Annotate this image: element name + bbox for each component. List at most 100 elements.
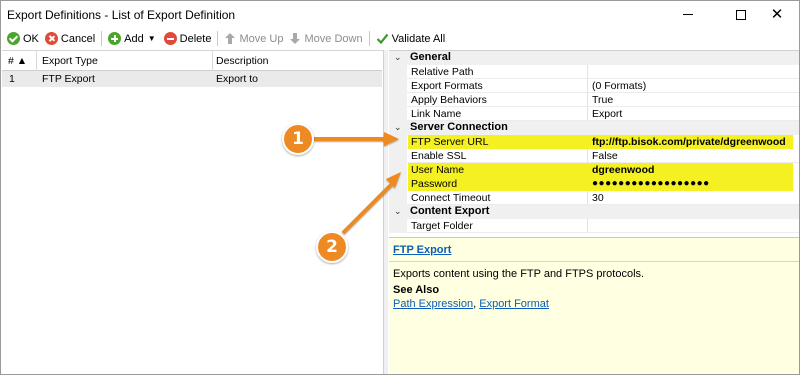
row-export-type: FTP Export — [42, 73, 95, 85]
minimize-icon — [683, 14, 693, 15]
close-icon: ✕ — [770, 5, 784, 23]
chevron-down-icon[interactable]: ⌄ — [394, 122, 402, 133]
category-background — [407, 51, 799, 65]
cancel-x-icon — [44, 32, 58, 45]
row-gutter — [389, 191, 407, 205]
row-gutter — [389, 177, 407, 191]
callout-badge-1: 1 — [282, 123, 314, 155]
chevron-down-icon[interactable]: ▼ — [148, 34, 156, 43]
column-divider — [587, 219, 588, 233]
property-value[interactable]: dgreenwood — [592, 164, 654, 176]
category-general[interactable]: ⌄ General — [389, 51, 799, 65]
row-gutter — [389, 93, 407, 107]
property-name: Export Formats — [411, 80, 483, 92]
chevron-down-icon[interactable]: ⌄ — [394, 206, 402, 217]
property-value[interactable]: (0 Formats) — [592, 80, 646, 92]
column-divider[interactable] — [212, 51, 213, 71]
validate-all-label: Validate All — [391, 32, 446, 45]
category-name: Content Export — [410, 205, 490, 217]
panel-splitter[interactable] — [383, 50, 388, 374]
export-format-link[interactable]: Export Format — [479, 298, 549, 310]
move-up-button[interactable]: Move Up — [221, 29, 286, 48]
toolbar: OK Cancel Add ▼ Delete Move Up Move Down… — [1, 28, 799, 49]
property-name: Password — [411, 178, 458, 190]
checkmark-icon — [376, 33, 388, 45]
row-gutter — [389, 65, 407, 79]
property-row-ftp-server-url[interactable]: FTP Server URL ftp://ftp.bisok.com/priva… — [389, 135, 799, 149]
delete-button[interactable]: Delete — [161, 29, 215, 48]
row-gutter — [389, 107, 407, 121]
column-header-index[interactable]: # ▲ — [8, 55, 27, 67]
maximize-icon — [736, 9, 746, 20]
property-name: FTP Server URL — [411, 136, 489, 148]
row-line — [407, 232, 799, 233]
category-server-connection[interactable]: ⌄ Server Connection — [389, 121, 799, 135]
property-row-user-name[interactable]: User Name dgreenwood — [389, 163, 799, 177]
ok-check-icon — [7, 32, 20, 45]
row-gutter — [389, 149, 407, 163]
callout-badge-2: 2 — [316, 231, 348, 263]
table-row[interactable]: 1 FTP Export Export to — [2, 71, 382, 87]
add-button[interactable]: Add ▼ — [105, 29, 161, 48]
see-also-links: Path Expression, Export Format — [393, 298, 549, 310]
category-name: General — [410, 51, 451, 63]
column-header-export-type[interactable]: Export Type — [42, 55, 98, 67]
column-divider — [587, 79, 588, 93]
description-panel: FTP Export Exports content using the FTP… — [389, 237, 799, 374]
password-value[interactable]: ●●●●●●●●●●●●●●●●●● — [592, 178, 710, 189]
ok-label: OK — [23, 32, 39, 45]
column-divider — [587, 191, 588, 205]
category-content-export[interactable]: ⌄ Content Export — [389, 205, 799, 219]
column-header-description[interactable]: Description — [216, 55, 269, 67]
property-row[interactable]: Relative Path — [389, 65, 799, 79]
move-down-button[interactable]: Move Down — [286, 29, 365, 48]
title-bar: Export Definitions - List of Export Defi… — [1, 1, 799, 28]
path-expression-link[interactable]: Path Expression — [393, 298, 473, 310]
property-row[interactable]: Apply Behaviors True — [389, 93, 799, 107]
property-row[interactable]: Export Formats (0 Formats) — [389, 79, 799, 93]
window-title: Export Definitions - List of Export Defi… — [7, 8, 236, 22]
property-name: Link Name — [411, 108, 462, 120]
minimize-button[interactable] — [666, 1, 710, 28]
list-header: # ▲ Export Type Description — [2, 51, 382, 71]
toolbar-separator — [368, 31, 370, 46]
export-definitions-list: # ▲ Export Type Description 1 FTP Export… — [2, 50, 384, 374]
add-plus-icon — [108, 32, 122, 45]
cancel-label: Cancel — [60, 32, 96, 45]
ok-button[interactable]: OK — [4, 29, 42, 48]
property-name: Target Folder — [411, 220, 473, 232]
description-title-link[interactable]: FTP Export — [393, 244, 451, 256]
row-index: 1 — [9, 73, 15, 85]
property-name: Apply Behaviors — [411, 94, 487, 106]
row-gutter — [389, 135, 407, 149]
close-button[interactable]: ✕ — [755, 1, 799, 28]
category-name: Server Connection — [410, 121, 508, 133]
property-value[interactable]: True — [592, 94, 613, 106]
arrow-down-icon — [290, 33, 301, 44]
row-gutter — [389, 163, 407, 177]
description-text: Exports content using the FTP and FTPS p… — [393, 268, 645, 280]
row-gutter — [389, 79, 407, 93]
chevron-down-icon[interactable]: ⌄ — [394, 52, 402, 63]
column-divider — [587, 149, 588, 163]
delete-label: Delete — [179, 32, 212, 45]
row-description: Export to — [216, 73, 259, 85]
column-divider — [587, 107, 588, 121]
column-divider[interactable] — [36, 51, 37, 71]
property-row[interactable]: Target Folder — [389, 219, 799, 233]
property-value[interactable]: False — [592, 150, 618, 162]
property-name: User Name — [411, 164, 465, 176]
cancel-button[interactable]: Cancel — [42, 29, 98, 48]
property-value[interactable]: Export — [592, 108, 622, 120]
property-row[interactable]: Link Name Export — [389, 107, 799, 121]
property-value[interactable]: ftp://ftp.bisok.com/private/dgreenwood — [592, 136, 786, 148]
property-name: Enable SSL — [411, 150, 467, 162]
property-row[interactable]: Connect Timeout 30 — [389, 191, 799, 205]
arrow-up-icon — [225, 33, 236, 44]
property-value[interactable]: 30 — [592, 192, 604, 204]
toolbar-separator — [101, 31, 103, 46]
validate-all-button[interactable]: Validate All — [373, 29, 449, 48]
column-divider — [587, 93, 588, 107]
property-row-password[interactable]: Password ●●●●●●●●●●●●●●●●●● — [389, 177, 799, 191]
property-row[interactable]: Enable SSL False — [389, 149, 799, 163]
